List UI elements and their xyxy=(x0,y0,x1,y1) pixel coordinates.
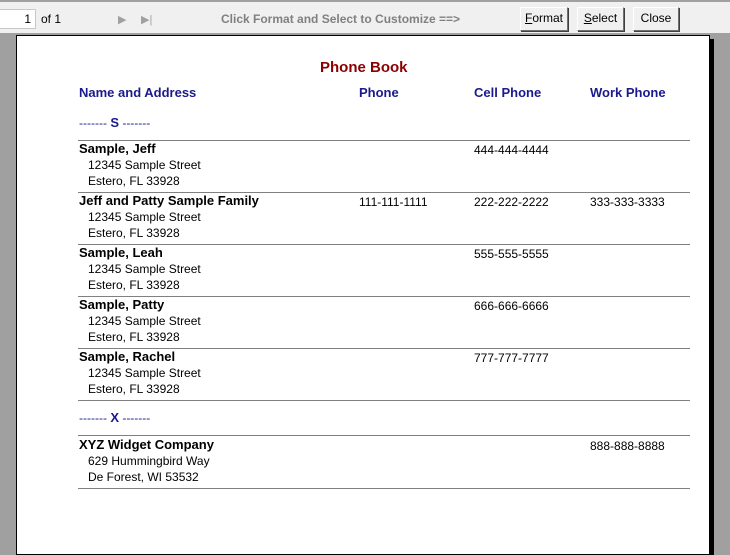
column-header-name: Name and Address xyxy=(79,85,197,100)
entry-city: De Forest, WI 53532 xyxy=(88,470,199,484)
group-header-x: ------- X ------- xyxy=(79,410,150,425)
divider xyxy=(78,244,690,245)
group-dash: ------- xyxy=(118,411,151,425)
entry-name: XYZ Widget Company xyxy=(79,437,214,452)
entry-cell-phone: 222-222-2222 xyxy=(474,195,549,209)
divider xyxy=(78,435,690,436)
group-letter: S xyxy=(110,115,119,130)
next-page-icon[interactable]: ▶ xyxy=(118,13,126,26)
divider xyxy=(78,488,690,489)
group-dash: ------- xyxy=(118,116,151,130)
entry-name: Sample, Leah xyxy=(79,245,163,260)
group-dash: ------- xyxy=(79,116,111,130)
customize-hint: Click Format and Select to Customize ==> xyxy=(221,12,461,26)
divider xyxy=(78,192,690,193)
divider xyxy=(78,296,690,297)
divider xyxy=(78,348,690,349)
entry-street: 12345 Sample Street xyxy=(88,158,201,172)
column-header-work: Work Phone xyxy=(590,85,666,100)
entry-city: Estero, FL 33928 xyxy=(88,382,180,396)
last-page-icon[interactable]: ▶| xyxy=(141,13,152,26)
format-label: ormat xyxy=(532,11,564,25)
column-header-phone: Phone xyxy=(359,85,399,100)
entry-cell-phone: 777-777-7777 xyxy=(474,351,549,365)
entry-city: Estero, FL 33928 xyxy=(88,174,180,188)
entry-city: Estero, FL 33928 xyxy=(88,226,180,240)
divider xyxy=(78,400,690,401)
select-button[interactable]: Select xyxy=(577,7,624,31)
divider xyxy=(78,140,690,141)
close-button[interactable]: Close xyxy=(633,7,679,31)
entry-cell-phone: 666-666-6666 xyxy=(474,299,549,313)
entry-name: Sample, Patty xyxy=(79,297,165,312)
group-dash: ------- xyxy=(79,411,111,425)
entry-cell-phone: 444-444-4444 xyxy=(474,143,549,157)
entry-street: 629 Hummingbird Way xyxy=(88,454,210,468)
entry-work-phone: 333-333-3333 xyxy=(590,195,665,209)
entry-phone: 111-111-1111 xyxy=(359,195,428,209)
page-number-input[interactable]: 1 xyxy=(0,9,36,29)
report-toolbar: 1 of 1 ▶ ▶| Click Format and Select to C… xyxy=(0,0,730,33)
column-header-cell: Cell Phone xyxy=(474,85,542,100)
group-letter: X xyxy=(110,410,119,425)
entry-name: Jeff and Patty Sample Family xyxy=(79,193,259,208)
report-title: Phone Book xyxy=(320,59,408,76)
entry-cell-phone: 555-555-5555 xyxy=(474,247,549,261)
group-header-s: ------- S ------- xyxy=(79,115,150,130)
page-count-label: of 1 xyxy=(41,12,62,26)
entry-name: Sample, Jeff xyxy=(79,141,156,156)
entry-name: Sample, Rachel xyxy=(79,349,176,364)
entry-street: 12345 Sample Street xyxy=(88,366,201,380)
entry-work-phone: 888-888-8888 xyxy=(590,439,665,453)
format-button[interactable]: Format xyxy=(520,7,568,31)
entry-city: Estero, FL 33928 xyxy=(88,278,180,292)
entry-street: 12345 Sample Street xyxy=(88,210,201,224)
select-accel: S xyxy=(583,11,592,25)
entry-city: Estero, FL 33928 xyxy=(88,330,180,344)
entry-street: 12345 Sample Street xyxy=(88,314,201,328)
select-label: elect xyxy=(591,11,618,25)
entry-street: 12345 Sample Street xyxy=(88,262,201,276)
